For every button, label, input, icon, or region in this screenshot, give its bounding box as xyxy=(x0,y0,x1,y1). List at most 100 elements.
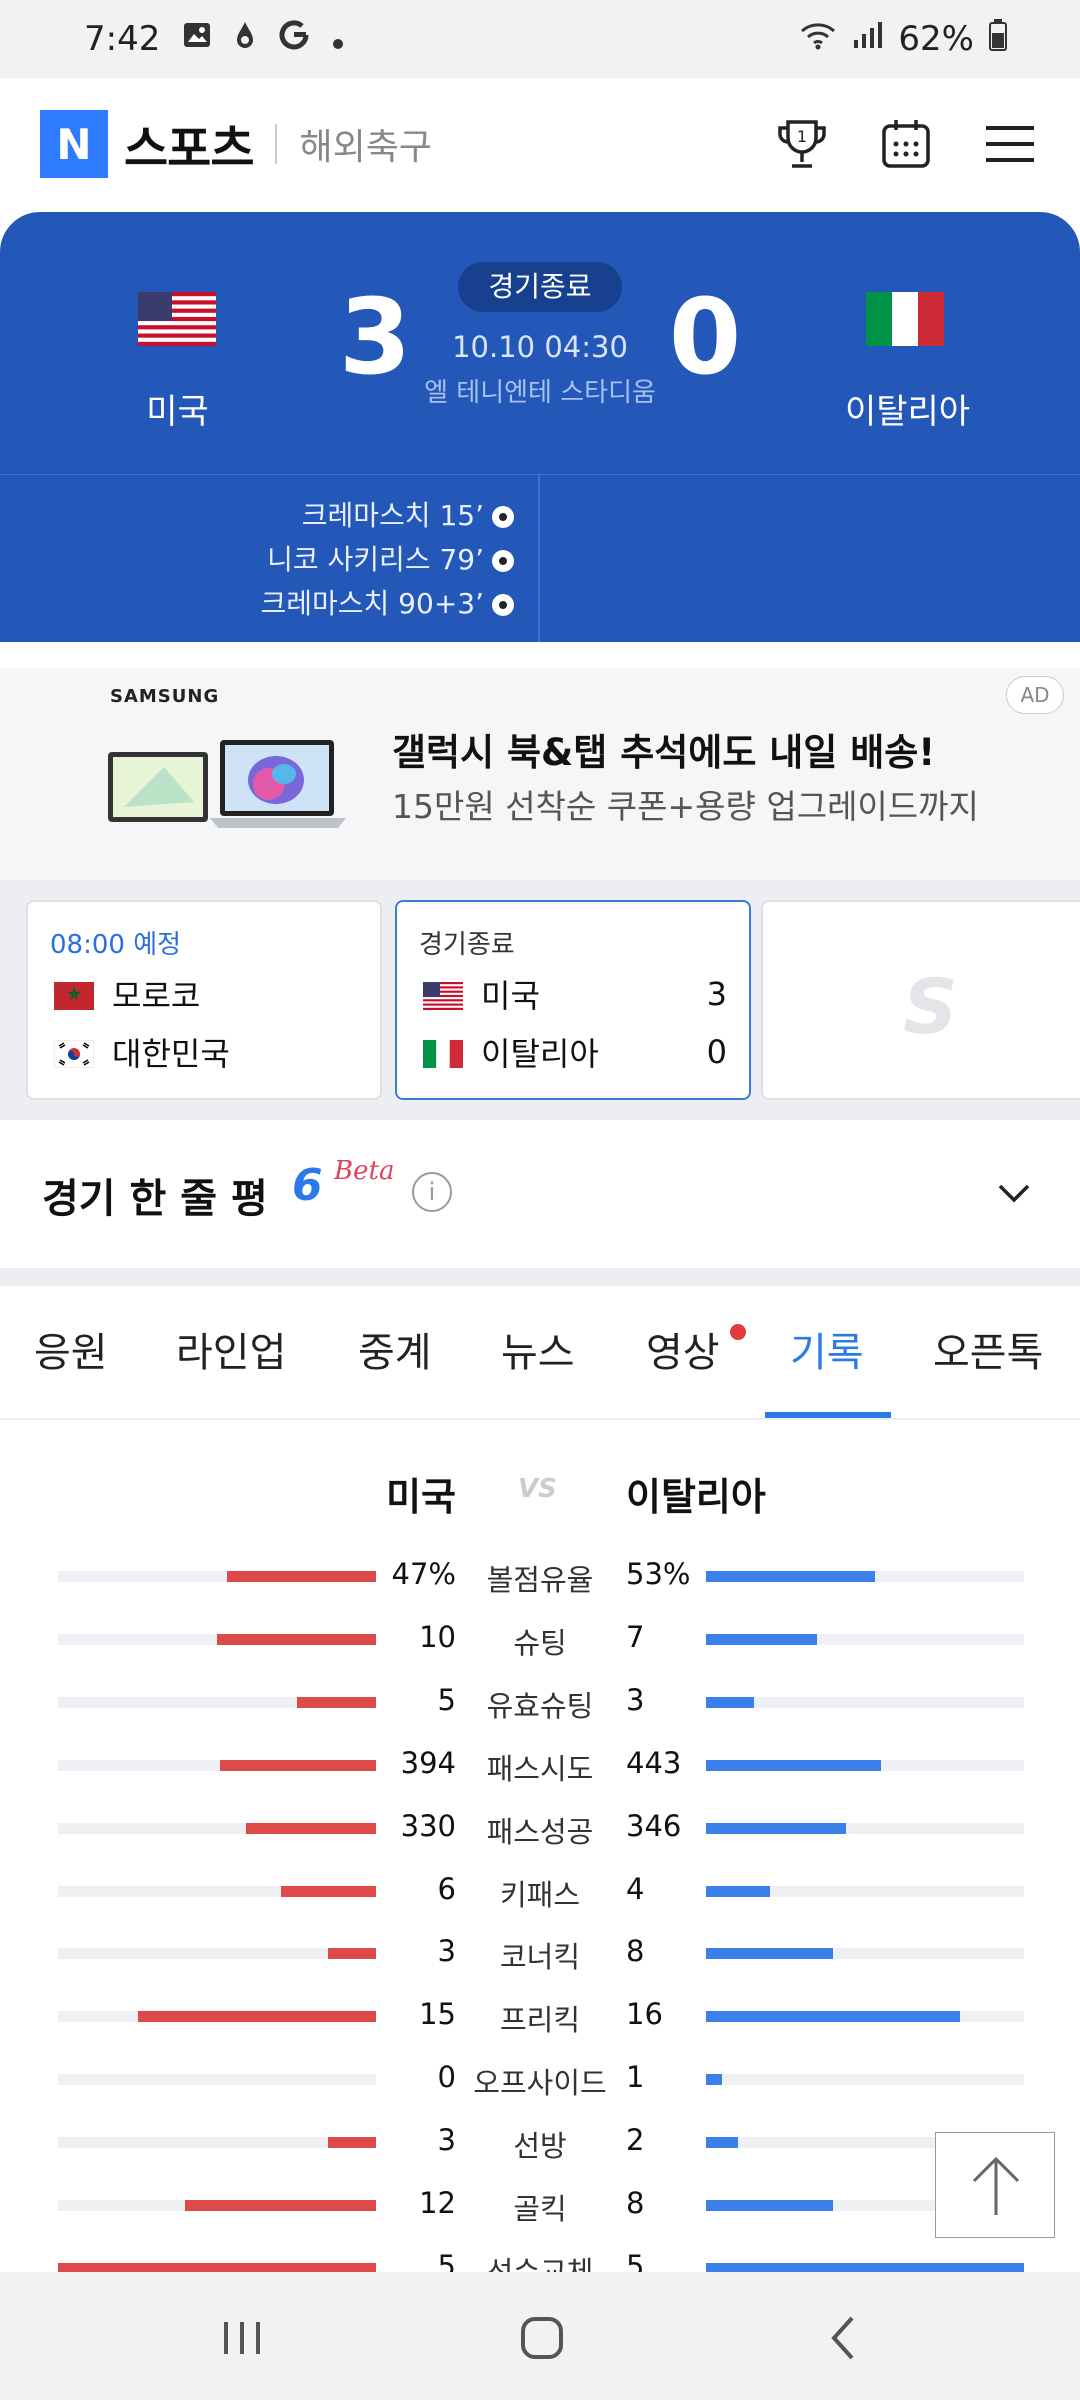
match-card-loading[interactable]: S xyxy=(761,900,1080,1100)
stat-row: 5 유효슈팅 3 xyxy=(0,1681,1080,1723)
home-stat-value: 3 xyxy=(437,2123,456,2158)
stat-label: 슈팅 xyxy=(513,1625,567,1660)
trophy-icon[interactable]: 1 xyxy=(772,114,832,174)
away-team-name[interactable]: 이탈리아 xyxy=(830,384,985,433)
away-stat-value: 3 xyxy=(626,1682,645,1717)
home-stat-bar xyxy=(217,1633,376,1645)
naver-logo[interactable]: N xyxy=(40,110,108,178)
home-stat-track xyxy=(58,2200,376,2211)
brand-title[interactable]: 스포츠 xyxy=(124,109,254,179)
recent-apps-icon[interactable] xyxy=(212,2308,272,2368)
google-icon xyxy=(278,19,310,60)
stat-label: 골킥 xyxy=(513,2192,567,2226)
away-stat-value: 53% xyxy=(626,1557,691,1591)
match-card-selected[interactable]: 경기종료 미국 3 이탈리아 0 xyxy=(395,900,751,1100)
tab-opentalk[interactable]: 오픈톡 xyxy=(933,1320,1043,1378)
away-stat-bar xyxy=(706,1822,846,1834)
laptop-tablet-image xyxy=(104,722,354,842)
away-stat-bar xyxy=(706,1948,834,1960)
away-score: 0 xyxy=(668,276,742,398)
stat-label: 유효슈팅 xyxy=(486,1688,594,1723)
home-stat-value: 0 xyxy=(437,2060,456,2095)
svg-text:1: 1 xyxy=(797,127,807,146)
wifi-icon xyxy=(798,19,838,60)
away-stat-track xyxy=(706,1759,1024,1771)
active-tab-indicator xyxy=(765,1412,891,1418)
ad-badge[interactable]: AD xyxy=(1006,676,1064,714)
signal-icon xyxy=(852,19,884,59)
vs-label: VS xyxy=(518,1474,557,1504)
stat-row: 12 골킥 8 xyxy=(0,2184,1080,2226)
goal-scorer: 크레마스치 15’ xyxy=(301,499,484,532)
scroll-to-top-button[interactable] xyxy=(935,2132,1055,2238)
stat-row: 330 패스성공 346 xyxy=(0,1807,1080,1849)
back-icon[interactable] xyxy=(814,2308,874,2368)
match-card-home-row: 모로코 xyxy=(54,968,358,1020)
away-stat-bar xyxy=(706,2200,834,2211)
tab-cheer[interactable]: 응원 xyxy=(34,1320,108,1378)
ball-icon xyxy=(492,550,514,572)
goal-entry: 니코 사키리스 79’ xyxy=(180,538,514,582)
tab-broadcast[interactable]: 중계 xyxy=(358,1320,432,1378)
match-card-home-team: 모로코 xyxy=(112,977,201,1015)
one-liner-review-section[interactable]: 경기 한 줄 평 6 Beta i xyxy=(0,1120,1080,1268)
advertiser-logo: SAMSUNG xyxy=(110,686,220,707)
home-stat-track xyxy=(58,1885,376,1897)
stats-away-team: 이탈리아 xyxy=(626,1475,766,1519)
section-title[interactable]: 해외축구 xyxy=(299,118,431,170)
dot-icon xyxy=(332,19,344,59)
home-stat-value: 15 xyxy=(419,1997,456,2032)
stat-row: 15 프리킥 16 xyxy=(0,1995,1080,2037)
ad-banner[interactable]: SAMSUNG 갤럭시 북&탭 추석에도 내일 배송! 15만원 선착순 쿠폰+… xyxy=(0,668,1080,880)
chevron-down-icon[interactable] xyxy=(994,1178,1034,1208)
home-stat-value: 6 xyxy=(437,1871,456,1906)
gallery-icon xyxy=(182,19,212,59)
home-team-name[interactable]: 미국 xyxy=(100,384,255,433)
match-card-away-team: 대한민국 xyxy=(112,1035,230,1073)
home-stat-bar xyxy=(226,1571,376,1582)
away-stat-value: 7 xyxy=(626,1619,645,1654)
match-venue: 엘 테니엔테 스타디움 xyxy=(424,378,656,408)
header-divider xyxy=(275,124,278,164)
clock: 7:42 xyxy=(84,19,161,59)
home-stat-track xyxy=(58,2011,376,2023)
home-goal-list: 크레마스치 15’ 니코 사키리스 79’ 크레마스치 90+3’ xyxy=(180,494,514,626)
away-stat-value: 1 xyxy=(626,2060,645,2095)
goal-scorer: 크레마스치 90+3’ xyxy=(260,587,484,620)
away-stat-bar xyxy=(706,1885,770,1897)
ball-icon xyxy=(492,506,514,528)
info-icon[interactable]: i xyxy=(412,1172,452,1212)
away-stat-value: 16 xyxy=(626,1997,663,2032)
morocco-flag-icon xyxy=(54,980,94,1010)
home-stat-track xyxy=(58,2137,376,2149)
new-indicator-dot xyxy=(730,1324,746,1340)
scoreboard: 미국 3 경기종료 10.10 04:30 엘 테니엔테 스타디움 0 이탈리아… xyxy=(0,212,1080,642)
arrow-up-icon xyxy=(972,2156,1020,2215)
stat-row: 47% 볼점유율 53% xyxy=(0,1555,1080,1597)
match-card-home-score: 3 xyxy=(706,975,727,1013)
stat-label: 선방 xyxy=(513,2129,567,2164)
stat-row: 3 코너킥 8 xyxy=(0,1932,1080,1974)
stat-label: 패스시도 xyxy=(486,1751,594,1786)
calendar-icon[interactable] xyxy=(876,114,936,174)
home-stat-value: 3 xyxy=(437,1934,456,1969)
tab-records[interactable]: 기록 xyxy=(790,1320,864,1378)
stat-label: 코너킥 xyxy=(499,1940,581,1975)
italy-flag-icon xyxy=(423,1038,463,1068)
home-icon[interactable] xyxy=(512,2308,572,2368)
away-stat-bar xyxy=(706,1696,754,1708)
beta-label: Beta xyxy=(334,1156,395,1186)
away-stat-bar xyxy=(706,2137,738,2149)
tab-lineup[interactable]: 라인업 xyxy=(176,1320,286,1378)
away-stat-track xyxy=(706,1571,1024,1582)
away-stat-value: 2 xyxy=(626,2123,645,2158)
tab-video[interactable]: 영상 xyxy=(646,1320,720,1378)
match-card[interactable]: 08:00 예정 모로코 대한민국 xyxy=(26,900,382,1100)
home-stat-bar xyxy=(328,1948,376,1960)
stat-row: 0 오프사이드 1 xyxy=(0,2058,1080,2100)
menu-icon[interactable] xyxy=(980,114,1040,174)
ball-icon xyxy=(492,594,514,616)
tab-news[interactable]: 뉴스 xyxy=(501,1320,575,1378)
italy-flag-icon xyxy=(866,292,944,346)
home-stat-bar xyxy=(245,1822,376,1834)
